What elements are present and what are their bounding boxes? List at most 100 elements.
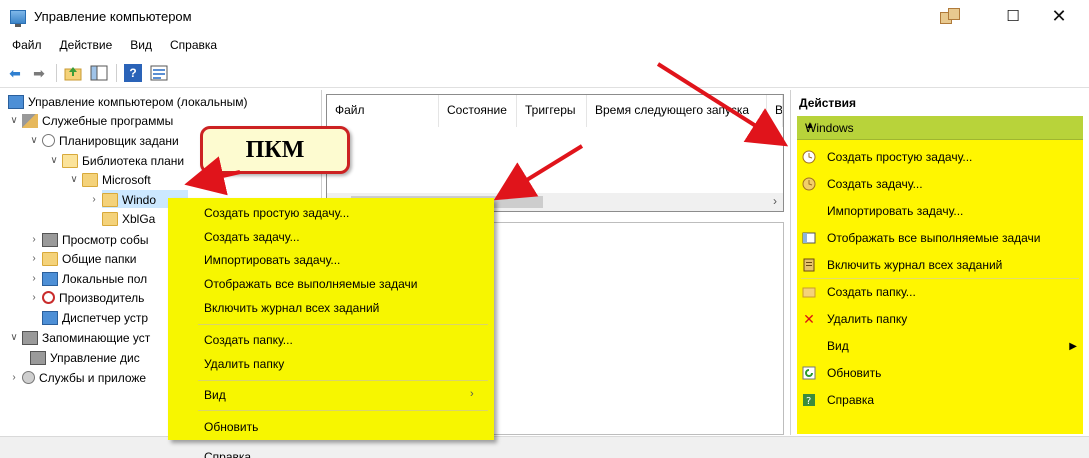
column-header-state[interactable]: Состояние bbox=[439, 95, 517, 127]
tree-item-performance[interactable]: › Производитель bbox=[28, 288, 144, 307]
tree-item-label: Диспетчер устр bbox=[62, 310, 149, 325]
tree-item-label: Производитель bbox=[59, 290, 145, 305]
menu-file[interactable]: Файл bbox=[0, 36, 48, 56]
context-menu-item-delete-folder[interactable]: Удалить папку bbox=[204, 353, 284, 375]
menu-view[interactable]: Вид bbox=[118, 36, 158, 56]
context-menu-item-enable-history[interactable]: Включить журнал всех заданий bbox=[204, 297, 379, 319]
action-label: Включить журнал всех заданий bbox=[827, 258, 1003, 272]
performance-icon bbox=[42, 291, 55, 304]
action-refresh[interactable]: Обновить bbox=[797, 360, 1083, 386]
restore-windows-icon[interactable] bbox=[940, 8, 964, 26]
chevron-down-icon[interactable]: ∨ bbox=[8, 332, 20, 343]
chevron-right-icon[interactable]: › bbox=[28, 292, 40, 303]
context-menu-item-create-task[interactable]: Создать задачу... bbox=[204, 226, 300, 248]
close-button[interactable]: ✕ bbox=[1036, 0, 1082, 32]
properties-icon[interactable] bbox=[150, 64, 168, 82]
action-import-task[interactable]: Импортировать задачу... bbox=[797, 198, 1083, 224]
context-menu-overflow: Справка bbox=[168, 440, 494, 458]
actions-highlight: Windows ▲ Создать простую задачу... Созд… bbox=[797, 116, 1083, 434]
folder-icon bbox=[102, 211, 118, 226]
column-header-triggers[interactable]: Триггеры bbox=[517, 95, 587, 127]
tree-item-label: Microsoft bbox=[102, 172, 151, 187]
tree-item-label: Общие папки bbox=[62, 251, 137, 266]
menu-help[interactable]: Справка bbox=[158, 36, 223, 56]
action-create-task[interactable]: Создать задачу... bbox=[797, 171, 1083, 197]
running-tasks-icon bbox=[801, 230, 817, 246]
show-hide-tree-icon[interactable] bbox=[90, 64, 108, 82]
tree-item-event-viewer[interactable]: › Просмотр собы bbox=[28, 230, 148, 249]
context-menu: Создать простую задачу... Создать задачу… bbox=[168, 198, 494, 440]
tree-item-label: Управление дис bbox=[50, 350, 140, 365]
tree-item-storage[interactable]: ∨ Запоминающие уст bbox=[8, 328, 150, 347]
tree-item-label: Управление компьютером (локальным) bbox=[28, 94, 248, 109]
back-arrow-icon[interactable]: ⬅ bbox=[6, 64, 24, 82]
svg-text:?: ? bbox=[806, 396, 811, 407]
tree-item-microsoft[interactable]: ∨ Microsoft bbox=[68, 170, 151, 189]
scroll-right-icon[interactable]: › bbox=[773, 194, 777, 208]
maximize-button[interactable]: ☐ bbox=[990, 0, 1036, 32]
chevron-right-icon[interactable]: › bbox=[8, 372, 20, 383]
computer-management-icon bbox=[8, 94, 24, 109]
chevron-right-icon[interactable]: › bbox=[28, 253, 40, 264]
computer-management-icon bbox=[10, 10, 26, 27]
chevron-down-icon[interactable]: ∨ bbox=[28, 135, 40, 146]
context-menu-item-import-task[interactable]: Импортировать задачу... bbox=[204, 249, 340, 271]
context-menu-item-help[interactable]: Справка bbox=[204, 450, 251, 458]
clock-icon bbox=[801, 176, 817, 192]
context-menu-item-display-running[interactable]: Отображать все выполняемые задачи bbox=[204, 273, 418, 295]
tree-item-scheduler-library[interactable]: ∨ Библиотека плани bbox=[48, 151, 184, 170]
context-menu-separator bbox=[198, 410, 488, 411]
tree-item-label: Планировщик задани bbox=[59, 133, 179, 148]
forward-arrow-icon[interactable]: ➡ bbox=[30, 64, 48, 82]
column-header-file[interactable]: Файл bbox=[327, 95, 439, 127]
action-delete-folder[interactable]: ✕ Удалить папку bbox=[797, 306, 1083, 332]
action-create-folder[interactable]: Создать папку... bbox=[797, 279, 1083, 305]
chevron-down-icon[interactable]: ∨ bbox=[8, 115, 20, 126]
action-label: Создать простую задачу... bbox=[827, 150, 973, 164]
help-icon[interactable]: ? bbox=[124, 64, 142, 82]
menu-action[interactable]: Действие bbox=[48, 36, 119, 56]
context-menu-separator bbox=[198, 324, 488, 325]
folder-icon bbox=[102, 192, 118, 207]
column-header-next-run[interactable]: Время следующего запуска bbox=[587, 95, 767, 127]
action-display-running-tasks[interactable]: Отображать все выполняемые задачи bbox=[797, 225, 1083, 251]
context-menu-item-create-basic-task[interactable]: Создать простую задачу... bbox=[204, 202, 349, 224]
task-list-header: Файл Состояние Триггеры Время следующего… bbox=[327, 95, 783, 127]
context-menu-item-view[interactable]: Вид bbox=[204, 384, 226, 406]
action-help[interactable]: ? Справка bbox=[797, 387, 1083, 413]
action-label: Справка bbox=[827, 393, 875, 407]
context-menu-item-create-folder[interactable]: Создать папку... bbox=[204, 329, 293, 351]
task-list: Файл Состояние Триггеры Время следующего… bbox=[326, 94, 784, 212]
tree-item-xblgame[interactable]: XblGa bbox=[100, 209, 155, 228]
chevron-down-icon[interactable]: ∨ bbox=[48, 155, 60, 166]
column-header-truncated[interactable]: В bbox=[767, 95, 783, 127]
tree-item-root[interactable]: Управление компьютером (локальным) bbox=[6, 92, 248, 111]
action-view[interactable]: Вид ▶ bbox=[797, 333, 1083, 359]
submenu-chevron-icon: › bbox=[470, 388, 474, 400]
action-label: Обновить bbox=[827, 366, 882, 380]
action-label: Удалить папку bbox=[827, 312, 908, 326]
submenu-arrow-icon: ▶ bbox=[1069, 340, 1077, 352]
toolbar-separator bbox=[116, 64, 117, 82]
tree-item-disk-management[interactable]: Управление дис bbox=[28, 348, 140, 367]
up-folder-icon[interactable] bbox=[64, 64, 82, 82]
tree-item-system-tools[interactable]: ∨ Служебные программы bbox=[8, 111, 173, 130]
toolbar: ⬅ ➡ ? bbox=[0, 58, 1089, 88]
tree-item-device-manager[interactable]: Диспетчер устр bbox=[40, 308, 148, 327]
tree-item-local-users[interactable]: › Локальные пол bbox=[28, 269, 147, 288]
tree-item-windows[interactable]: › Windo bbox=[88, 190, 156, 209]
chevron-right-icon[interactable]: › bbox=[28, 234, 40, 245]
collapse-up-icon[interactable]: ▲ bbox=[805, 120, 1073, 131]
chevron-right-icon[interactable]: › bbox=[88, 194, 100, 205]
callout-text: ПКМ bbox=[245, 136, 305, 163]
users-icon bbox=[42, 271, 58, 286]
actions-group-header[interactable]: Windows ▲ bbox=[797, 116, 1083, 140]
tree-item-shared-folders[interactable]: › Общие папки bbox=[28, 249, 136, 268]
action-create-basic-task[interactable]: Создать простую задачу... bbox=[797, 144, 1083, 170]
context-menu-item-refresh[interactable]: Обновить bbox=[204, 416, 258, 438]
tree-item-task-scheduler[interactable]: ∨ Планировщик задани bbox=[28, 131, 179, 150]
chevron-right-icon[interactable]: › bbox=[28, 273, 40, 284]
tree-item-services[interactable]: › Службы и приложе bbox=[8, 368, 146, 387]
chevron-down-icon[interactable]: ∨ bbox=[68, 174, 80, 185]
action-enable-history[interactable]: Включить журнал всех заданий bbox=[797, 252, 1083, 278]
